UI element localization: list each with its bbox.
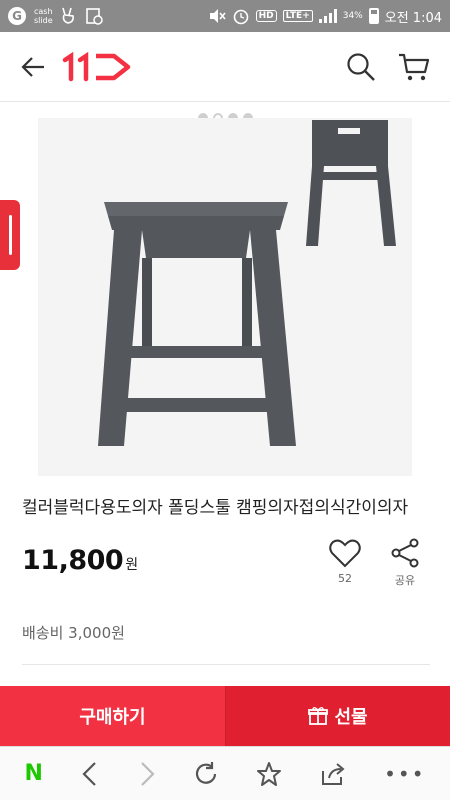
share-icon	[391, 538, 419, 568]
share-button[interactable]: 공유	[386, 538, 424, 588]
cashslide-label: cash slide	[34, 7, 53, 25]
more-menu-button[interactable]: •••	[384, 762, 425, 786]
arrow-left-icon[interactable]	[20, 56, 46, 78]
clock: 오전 1:04	[384, 10, 442, 26]
product-image[interactable]	[38, 118, 412, 476]
alarm-icon	[233, 9, 248, 25]
cart-icon[interactable]	[398, 52, 430, 82]
browser-toolbar: N •••	[0, 746, 450, 800]
heart-icon	[329, 539, 361, 568]
status-left: G cash slide	[8, 7, 103, 25]
forward-icon[interactable]	[137, 761, 157, 787]
hd-voice-badge: HD	[255, 10, 277, 22]
buy-button-label: 구매하기	[79, 707, 146, 728]
like-button[interactable]: 52	[326, 538, 364, 585]
header-icons	[346, 52, 430, 82]
mute-icon	[209, 9, 226, 23]
gift-button-label: 선물	[334, 707, 368, 728]
cash-line1: cash	[34, 7, 53, 16]
refresh-icon[interactable]	[193, 761, 219, 787]
buy-button[interactable]: 구매하기	[0, 686, 225, 746]
lte-badge: LTE+	[282, 10, 313, 22]
side-drawer-handle[interactable]	[0, 200, 20, 270]
gift-button[interactable]: 선물	[225, 686, 450, 746]
divider	[22, 664, 430, 665]
bottom-actions: 구매하기 선물	[0, 686, 450, 746]
battery-icon	[368, 8, 379, 24]
victory-hand-icon	[61, 7, 74, 24]
share-label: 공유	[394, 574, 416, 587]
app-header	[0, 32, 450, 102]
logo-mark	[62, 51, 131, 81]
price-row: 11,800 원	[22, 545, 138, 576]
share-page-icon[interactable]	[319, 761, 347, 787]
shipping-fee: 배송비 3,000원	[22, 624, 125, 642]
gift-icon	[308, 707, 329, 725]
battery-percent: 34%	[342, 11, 363, 21]
naver-home-button[interactable]: N	[24, 761, 42, 786]
eleven-street-logo[interactable]	[62, 51, 132, 82]
status-right: HD LTE+ 34% 오전 1:04	[208, 7, 442, 26]
image-notification-icon	[85, 8, 103, 25]
back-icon[interactable]	[80, 761, 100, 787]
like-count: 52	[338, 572, 352, 585]
price-unit: 원	[125, 557, 139, 573]
cash-line2: slide	[34, 16, 53, 25]
cashslide-icon: G	[8, 7, 26, 25]
bookmark-star-icon[interactable]	[256, 761, 282, 787]
product-price: 11,800	[22, 545, 124, 576]
product-title: 컬러블럭다용도의자 폴딩스툴 캠핑의자접의식간이의자	[22, 498, 409, 518]
side-tab-grip	[8, 215, 12, 255]
search-icon[interactable]	[346, 52, 376, 82]
signal-icon	[318, 9, 337, 23]
status-bar: G cash slide HD LTE+ 34% 오전 1:04	[0, 0, 450, 32]
